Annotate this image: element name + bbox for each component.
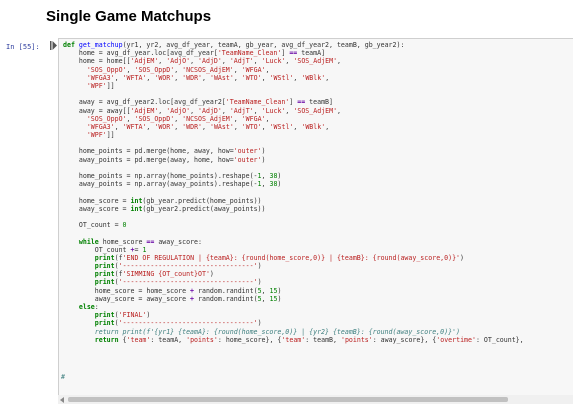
code-line: return print(f'{yr1} {teamA}: {round(hom… <box>63 327 460 336</box>
code-line: 'WFGA3', 'WFTA', 'WOR', 'WDR', 'WAst', '… <box>86 122 330 131</box>
code-line: home_points = np.array(home_points).resh… <box>63 172 282 180</box>
code-line: 'WFGA3', 'WFTA', 'WOR', 'WDR', 'WAst', '… <box>86 73 330 82</box>
code-line: away_points = pd.merge(away, home, how='… <box>63 155 266 164</box>
code-line: home_points = pd.merge(home, away, how='… <box>63 147 266 156</box>
code-line: while home_score == away_score: <box>78 237 202 246</box>
code-line: OT_count += 1 <box>63 245 147 254</box>
comment-marker: # <box>61 373 65 381</box>
code-line: home = avg_df_year.loc[avg_df_year['Team… <box>63 49 326 58</box>
code-line: print('---------------------------------… <box>94 278 262 287</box>
code-line: 'WPF']] <box>86 131 115 140</box>
horizontal-scrollbar[interactable] <box>58 395 573 404</box>
code-line: 'SOS_OppO', 'SOS_OppD', 'NCSOS_AdjEM', '… <box>86 114 270 123</box>
code-line: OT_count = 0 <box>63 221 127 230</box>
code-line: ​ <box>63 213 524 221</box>
code-line: away = away[['AdjEM', 'AdjO', 'AdjD', 'A… <box>63 106 342 115</box>
code-line: else: <box>78 303 99 311</box>
code-line: ​ <box>63 188 524 196</box>
code-line: ​ <box>63 90 524 98</box>
chevron-left-icon[interactable] <box>60 397 64 403</box>
code-line: def get_matchup(yr1, yr2, avg_df_year, t… <box>63 41 405 49</box>
code-editor[interactable]: def get_matchup(yr1, yr2, avg_df_year, t… <box>63 41 524 344</box>
cell-prompt: In [55]: <box>6 43 40 51</box>
code-line: ​ <box>63 164 524 172</box>
code-line: home = home[['AdjEM', 'AdjO', 'AdjD', 'A… <box>63 57 342 66</box>
code-line: 'WPF']] <box>86 81 115 90</box>
code-line: ​ <box>63 139 524 147</box>
code-line: print(f'END OF REGULATION | {teamA}: {ro… <box>94 253 464 262</box>
code-line: ​ <box>63 229 524 237</box>
code-line: print('FINAL') <box>94 311 151 320</box>
run-cell-icon[interactable] <box>50 41 57 50</box>
code-line: away_score = away_score + random.randint… <box>63 294 282 303</box>
code-line: print(f'SIMMING {OT_count}OT') <box>94 270 214 279</box>
code-line: home_score = int(gb_year.predict(home_po… <box>63 196 262 205</box>
code-line: home_score = home_score + random.randint… <box>63 286 282 295</box>
section-heading: Single Game Matchups <box>46 8 212 25</box>
code-line: away = avg_df_year2.loc[avg_df_year2['Te… <box>63 98 333 107</box>
code-cell[interactable]: def get_matchup(yr1, yr2, avg_df_year, t… <box>58 38 573 404</box>
code-line: away_score = int(gb_year2.predict(away_p… <box>63 204 266 213</box>
code-line: away_points = np.array(away_points).resh… <box>63 180 282 189</box>
scrollbar-thumb[interactable] <box>68 397 508 402</box>
code-line: print('---------------------------------… <box>94 262 262 271</box>
code-line: 'SOS_OppO', 'SOS_OppD', 'NCSOS_AdjEM', '… <box>86 65 270 74</box>
code-line: print('---------------------------------… <box>94 319 262 328</box>
code-line: return {'team': teamA, 'points': home_sc… <box>94 335 524 344</box>
